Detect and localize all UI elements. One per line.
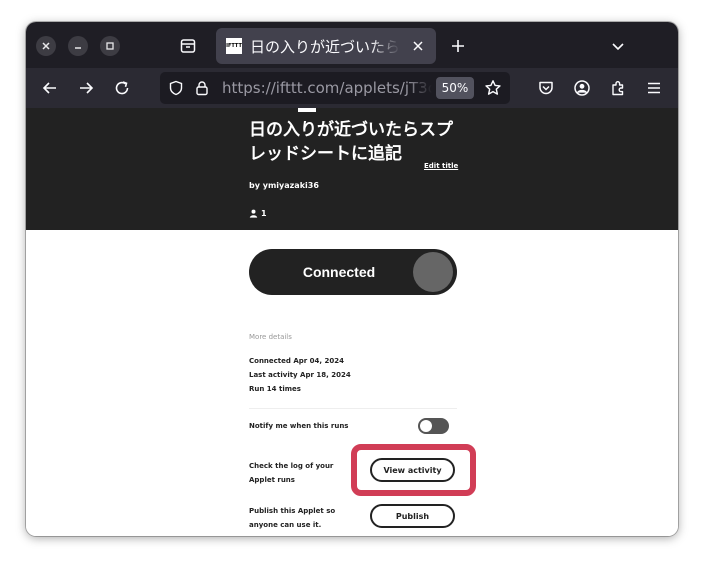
applet-title: 日の入りが近づいたらスプレッドシートに追記	[249, 120, 453, 164]
active-tab[interactable]: IFTTT 日の入りが近づいたらスプレッドシートに追記	[216, 28, 436, 64]
reload-icon	[115, 81, 129, 95]
tab-close-button[interactable]	[410, 38, 426, 54]
account-icon	[574, 80, 590, 96]
page-content: 日の入りが近づいたらスプレッドシートに追記 Edit title by ymiy…	[26, 108, 678, 536]
reload-button[interactable]	[110, 76, 134, 100]
app-menu-button[interactable]	[642, 76, 666, 100]
service-logo-icon	[298, 108, 316, 112]
pocket-icon	[539, 81, 553, 95]
zoom-level-button[interactable]: 50%	[436, 77, 474, 99]
notify-label: Notify me when this runs	[249, 422, 349, 430]
ifttt-favicon-icon: IFTTT	[226, 38, 242, 54]
address-bar[interactable]: https://ifttt.com/applets/jT3c 50%	[160, 72, 510, 104]
window-minimize-button[interactable]	[68, 36, 88, 56]
browser-window: IFTTT 日の入りが近づいたらスプレッドシートに追記 https://iftt…	[26, 22, 678, 536]
star-icon[interactable]	[484, 79, 502, 97]
run-count: Run 14 times	[249, 385, 301, 393]
user-icon	[249, 209, 258, 218]
shield-icon	[169, 80, 183, 96]
more-details-link[interactable]: More details	[249, 333, 292, 341]
user-count: 1	[249, 209, 267, 218]
divider	[249, 408, 457, 409]
close-icon	[42, 42, 50, 50]
applet-stats: Connected Apr 04, 2024 Last activity Apr…	[249, 354, 351, 396]
tab-title: 日の入りが近づいたらスプレッドシートに追記	[250, 37, 400, 56]
user-count-value: 1	[261, 209, 267, 218]
back-arrow-icon	[42, 82, 56, 94]
puzzle-icon	[612, 81, 624, 96]
notify-toggle[interactable]	[418, 418, 449, 434]
view-activity-button[interactable]: View activity	[370, 458, 455, 482]
extensions-button[interactable]	[606, 76, 630, 100]
minimize-icon	[75, 47, 81, 49]
close-icon	[413, 41, 423, 51]
connected-date: Connected Apr 04, 2024	[249, 357, 344, 365]
maximize-icon	[106, 42, 114, 50]
window-close-button[interactable]	[36, 36, 56, 56]
last-activity-date: Last activity Apr 18, 2024	[249, 371, 351, 379]
plus-icon	[452, 40, 464, 52]
list-all-tabs-button[interactable]	[606, 34, 630, 58]
publish-description: Publish this Applet so anyone can use it…	[249, 507, 336, 529]
new-tab-button[interactable]	[446, 34, 470, 58]
activity-log-label: Check the log of your Applet runs	[249, 462, 334, 484]
back-button[interactable]	[38, 76, 62, 100]
applet-author[interactable]: by ymiyazaki36	[249, 181, 319, 190]
forward-arrow-icon	[80, 82, 94, 94]
edit-title-link[interactable]: Edit title	[424, 162, 458, 170]
window-maximize-button[interactable]	[100, 36, 120, 56]
notify-toggle-knob	[420, 420, 432, 432]
account-button[interactable]	[570, 76, 594, 100]
publish-button[interactable]: Publish	[370, 504, 455, 528]
url-text[interactable]: https://ifttt.com/applets/jT3c	[222, 79, 432, 97]
lock-icon	[196, 81, 208, 96]
connected-toggle[interactable]: Connected	[249, 249, 457, 295]
forward-button[interactable]	[74, 76, 98, 100]
tab-strip: IFTTT 日の入りが近づいたらスプレッドシートに追記	[26, 22, 678, 68]
connected-label: Connected	[302, 264, 376, 280]
navigation-toolbar: https://ifttt.com/applets/jT3c 50%	[26, 68, 678, 108]
tab-list-button[interactable]	[176, 34, 200, 58]
pocket-button[interactable]	[534, 76, 558, 100]
applet-header: 日の入りが近づいたらスプレッドシートに追記 Edit title by ymiy…	[26, 108, 678, 230]
hamburger-menu-icon	[648, 82, 660, 94]
chevron-down-icon	[612, 43, 624, 51]
toggle-knob	[413, 252, 453, 292]
tab-list-icon	[180, 39, 196, 53]
